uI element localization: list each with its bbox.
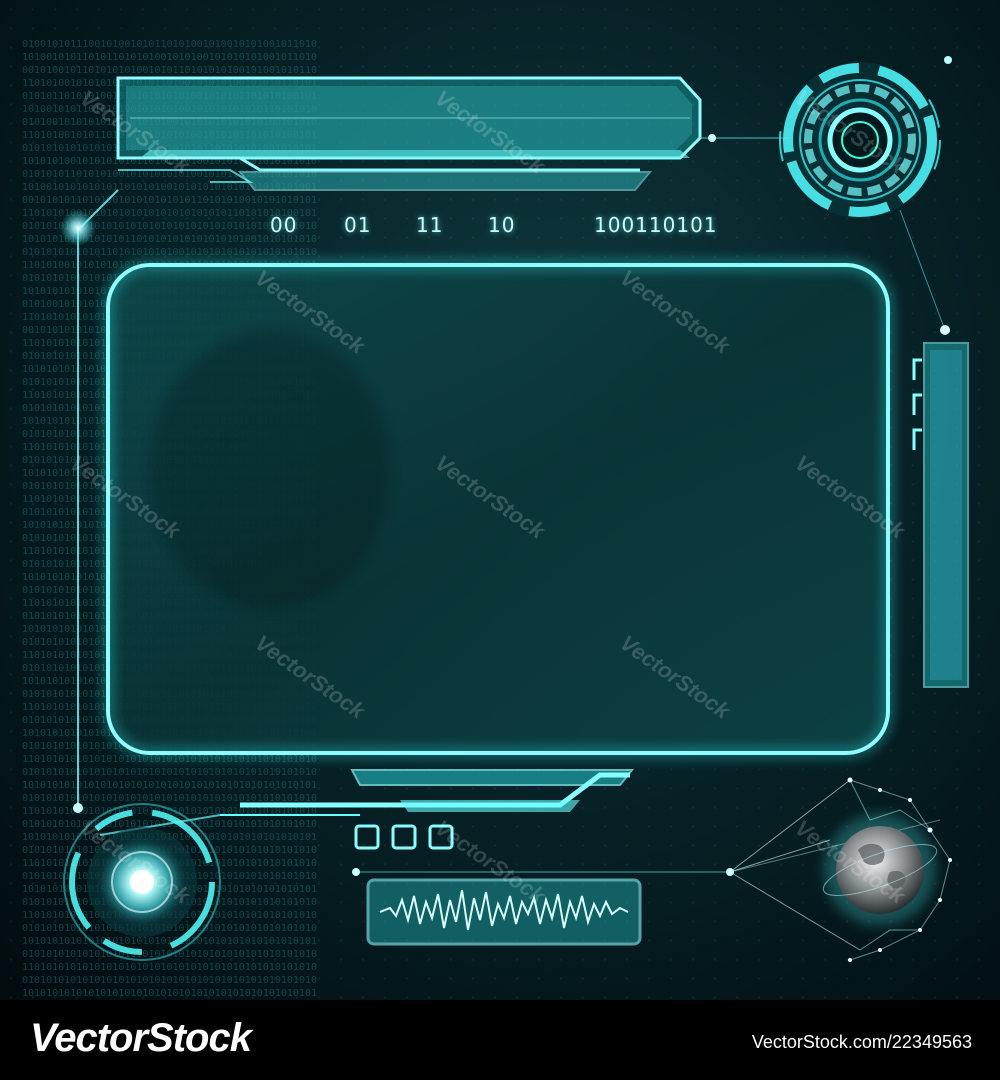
- waveform-panel: [352, 868, 730, 946]
- bit-label-3: 11: [416, 213, 444, 237]
- square-button-icon[interactable]: [354, 824, 380, 850]
- vectorstock-logo: VectorStock: [30, 1016, 252, 1060]
- connector-node: [708, 134, 716, 142]
- bit-label-2: 01: [344, 213, 372, 237]
- vectorstock-url: VectorStock.com/22349563: [751, 1032, 972, 1052]
- radar-node: [944, 56, 952, 64]
- square-button-icon[interactable]: [391, 824, 417, 850]
- bit-label-5: 100110101: [594, 213, 718, 237]
- top-header-bar: [116, 76, 702, 191]
- right-data-bar: [912, 325, 969, 688]
- bit-label-4: 10: [488, 213, 516, 237]
- watermark-footer: VectorStock VectorStock.com/22349563: [0, 1000, 1000, 1080]
- bit-label-1: 00: [270, 213, 298, 237]
- hud-stage: 0100101011100101001010110101001010010101…: [0, 0, 1000, 1000]
